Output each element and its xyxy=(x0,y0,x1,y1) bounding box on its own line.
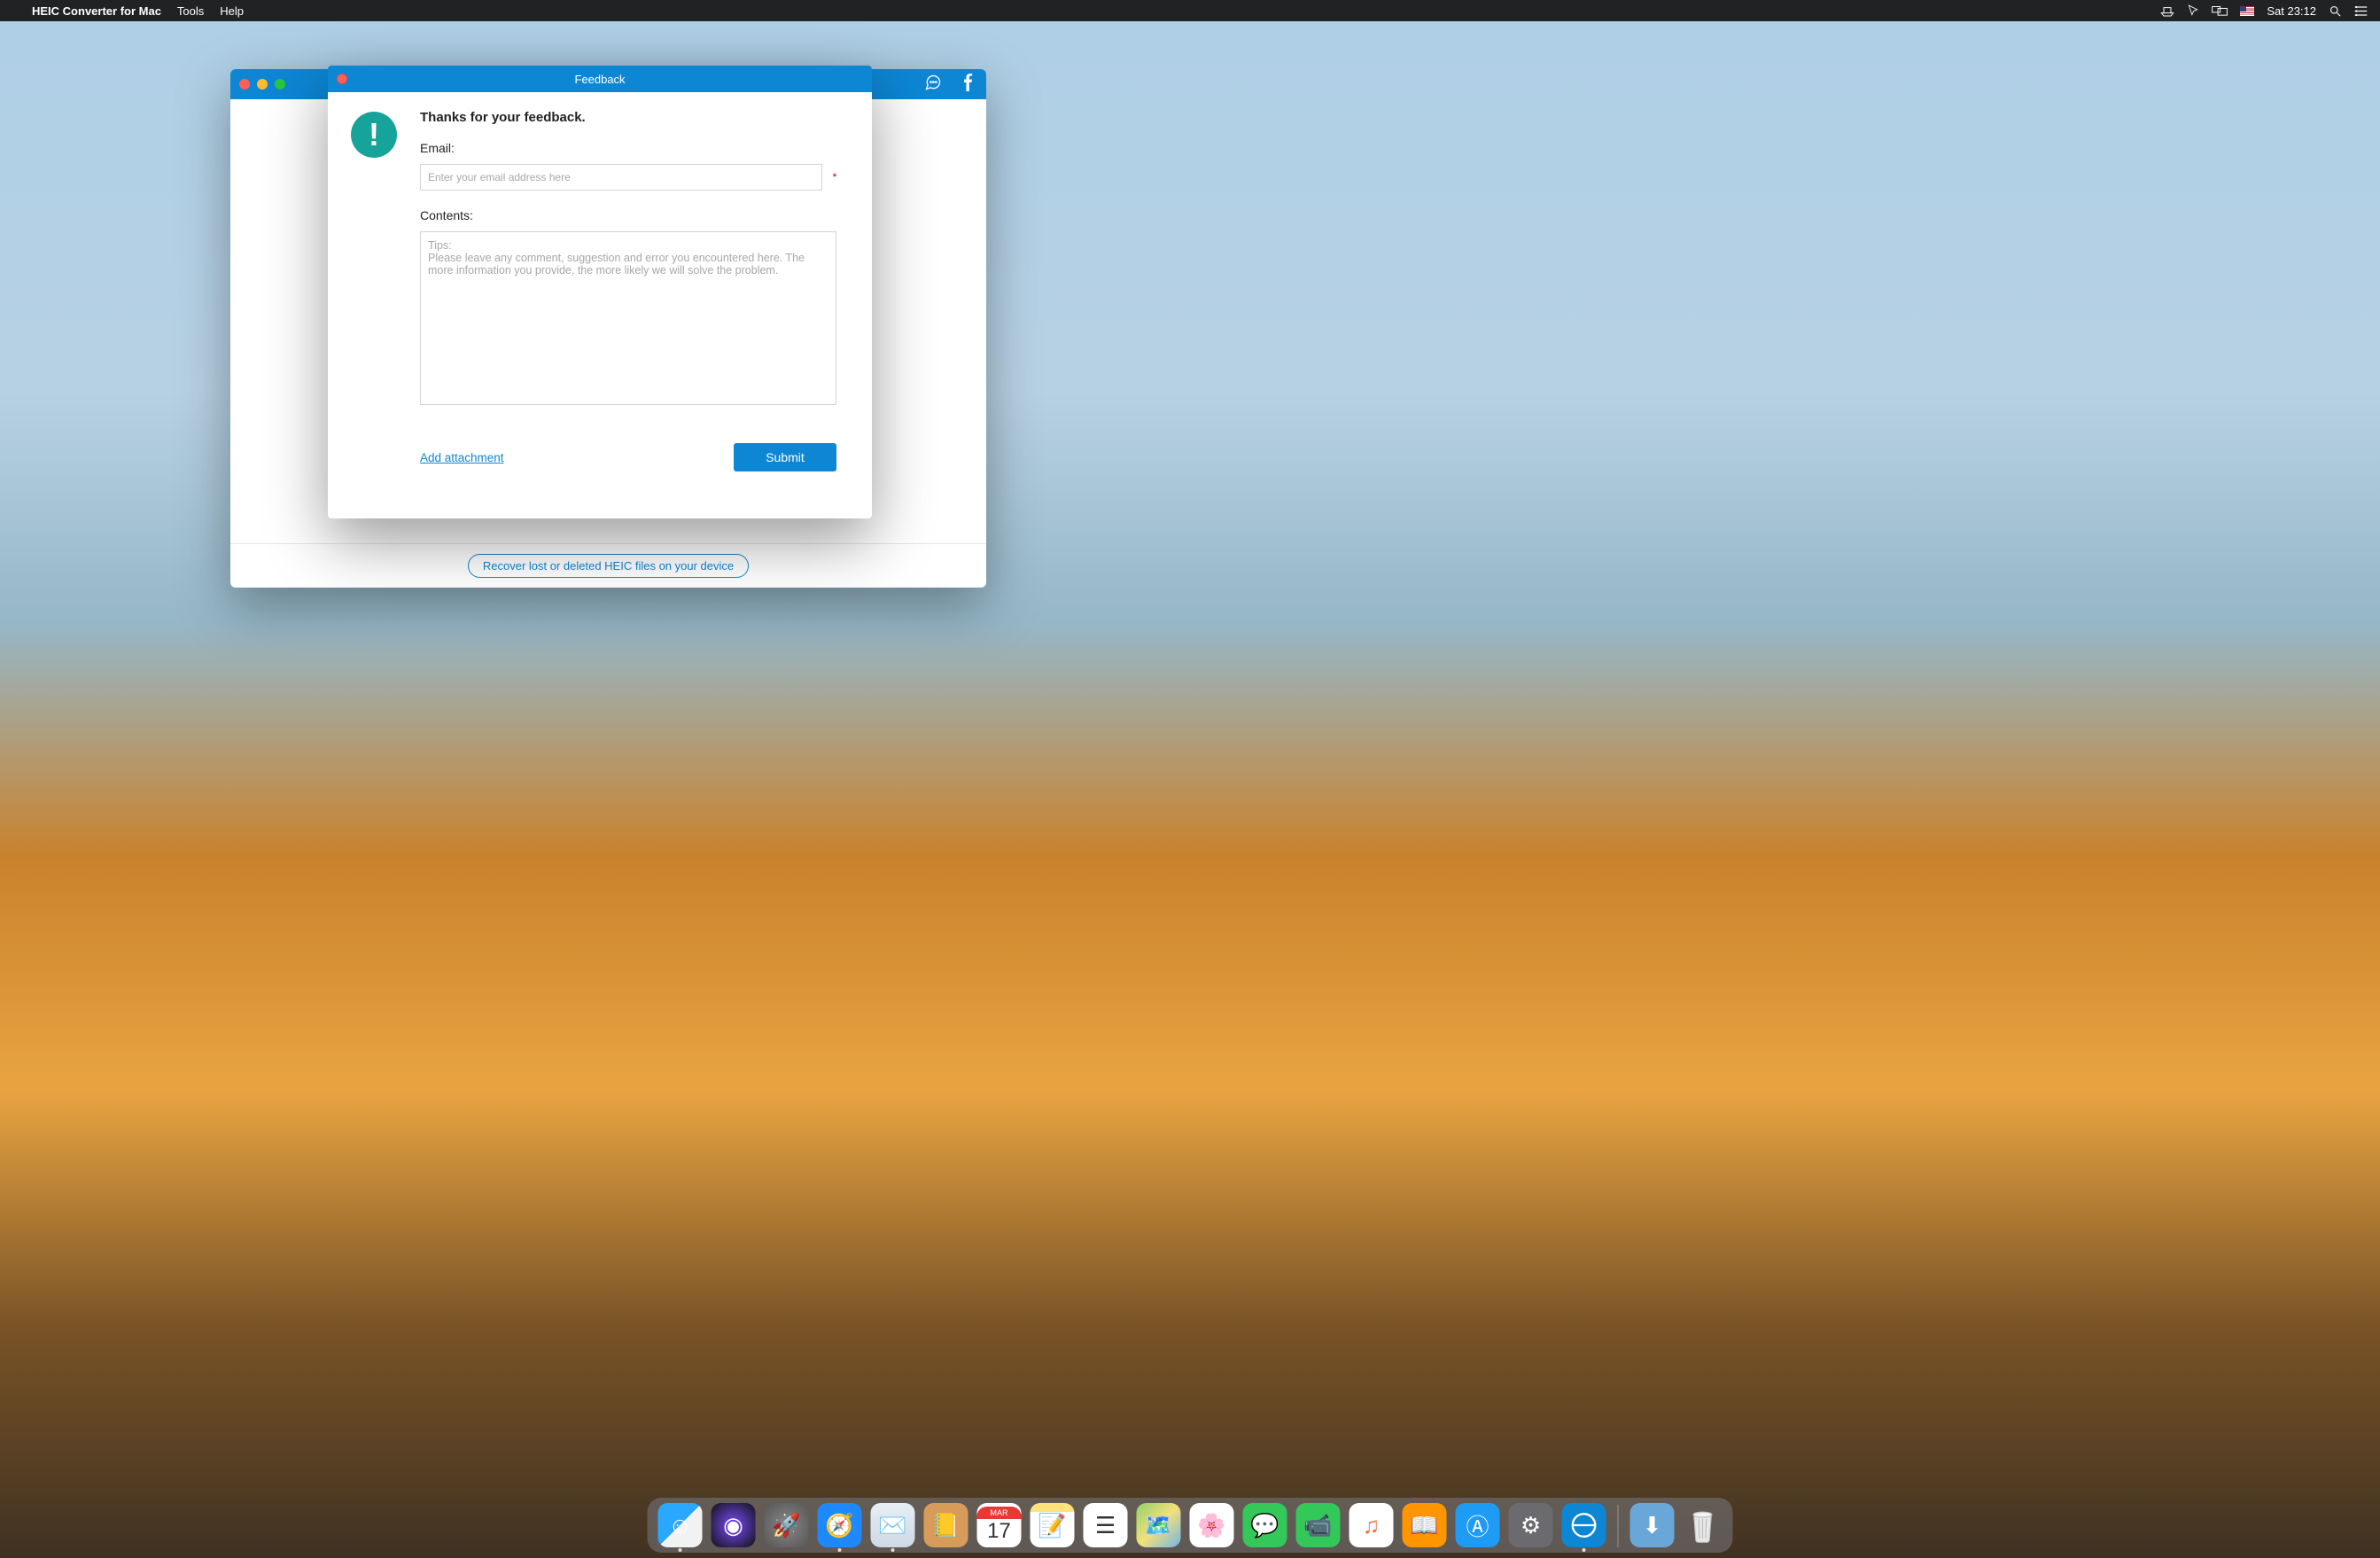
cursor-icon[interactable] xyxy=(2187,4,2199,17)
submit-button[interactable]: Submit xyxy=(734,443,836,471)
dock-trash[interactable] xyxy=(1684,1503,1723,1547)
feedback-modal: Feedback ! Thanks for your feedback. Ema… xyxy=(328,66,872,518)
dock-downloads[interactable]: ⬇︎ xyxy=(1630,1503,1675,1547)
modal-title: Feedback xyxy=(574,73,625,86)
modal-close-button[interactable] xyxy=(337,74,347,84)
app-footer: Recover lost or deleted HEIC files on yo… xyxy=(230,543,986,588)
dock-app-calendar[interactable]: MAR 17 xyxy=(977,1503,1022,1547)
email-field[interactable] xyxy=(420,164,822,191)
tray-icon[interactable] xyxy=(2160,4,2174,17)
facebook-icon[interactable] xyxy=(960,74,977,96)
notification-center-icon[interactable] xyxy=(2354,5,2368,17)
input-source-flag-icon[interactable] xyxy=(2240,6,2254,16)
dock-app-notes[interactable]: 📝 xyxy=(1031,1503,1075,1547)
macos-menubar: HEIC Converter for Mac Tools Help Sat 23… xyxy=(0,0,2380,21)
displays-icon[interactable] xyxy=(2212,4,2228,17)
window-minimize-button[interactable] xyxy=(257,79,268,90)
contents-label: Contents: xyxy=(420,208,836,222)
dock-app-maps[interactable]: 🗺️ xyxy=(1137,1503,1181,1547)
feedback-icon[interactable] xyxy=(924,74,942,96)
dock-app-messages[interactable]: 💬 xyxy=(1243,1503,1287,1547)
add-attachment-link[interactable]: Add attachment xyxy=(420,451,504,464)
dock-app-siri[interactable]: ◉ xyxy=(712,1503,756,1547)
window-close-button[interactable] xyxy=(239,79,250,90)
calendar-day-label: 17 xyxy=(987,1519,1011,1544)
dock-app-heic-converter[interactable] xyxy=(1562,1503,1606,1547)
dock: ☺ ◉ 🚀 🧭 ✉️ 📒 MAR 17 📝 ☰ 🗺️ 🌸 💬 📹 ♫ 📖 Ⓐ ⚙… xyxy=(648,1498,1733,1553)
recover-files-link[interactable]: Recover lost or deleted HEIC files on yo… xyxy=(468,554,749,578)
dock-app-mail[interactable]: ✉️ xyxy=(871,1503,915,1547)
modal-heading: Thanks for your feedback. xyxy=(420,110,836,125)
dock-app-facetime[interactable]: 📹 xyxy=(1296,1503,1341,1547)
dock-app-finder[interactable]: ☺ xyxy=(658,1503,703,1547)
dock-app-itunes[interactable]: ♫ xyxy=(1349,1503,1394,1547)
dock-app-appstore[interactable]: Ⓐ xyxy=(1456,1503,1500,1547)
dock-app-settings[interactable]: ⚙︎ xyxy=(1509,1503,1553,1547)
calendar-month-label: MAR xyxy=(977,1507,1022,1519)
menubar-app-name[interactable]: HEIC Converter for Mac xyxy=(32,4,161,18)
dock-app-ibooks[interactable]: 📖 xyxy=(1403,1503,1447,1547)
dock-app-photos[interactable]: 🌸 xyxy=(1190,1503,1234,1547)
dock-app-safari[interactable]: 🧭 xyxy=(818,1503,862,1547)
modal-titlebar[interactable]: Feedback xyxy=(328,66,872,92)
spotlight-icon[interactable] xyxy=(2329,4,2342,18)
menubar-menu-help[interactable]: Help xyxy=(220,4,244,18)
dock-app-contacts[interactable]: 📒 xyxy=(924,1503,968,1547)
window-maximize-button[interactable] xyxy=(275,79,285,90)
dock-app-reminders[interactable]: ☰ xyxy=(1084,1503,1128,1547)
dock-app-launchpad[interactable]: 🚀 xyxy=(765,1503,809,1547)
email-label: Email: xyxy=(420,141,836,155)
menubar-clock[interactable]: Sat 23:12 xyxy=(2267,4,2316,18)
contents-field[interactable] xyxy=(420,231,836,405)
required-indicator: * xyxy=(833,172,836,183)
dock-separator xyxy=(1618,1505,1619,1547)
exclamation-icon: ! xyxy=(351,112,397,158)
menubar-menu-tools[interactable]: Tools xyxy=(177,4,204,18)
